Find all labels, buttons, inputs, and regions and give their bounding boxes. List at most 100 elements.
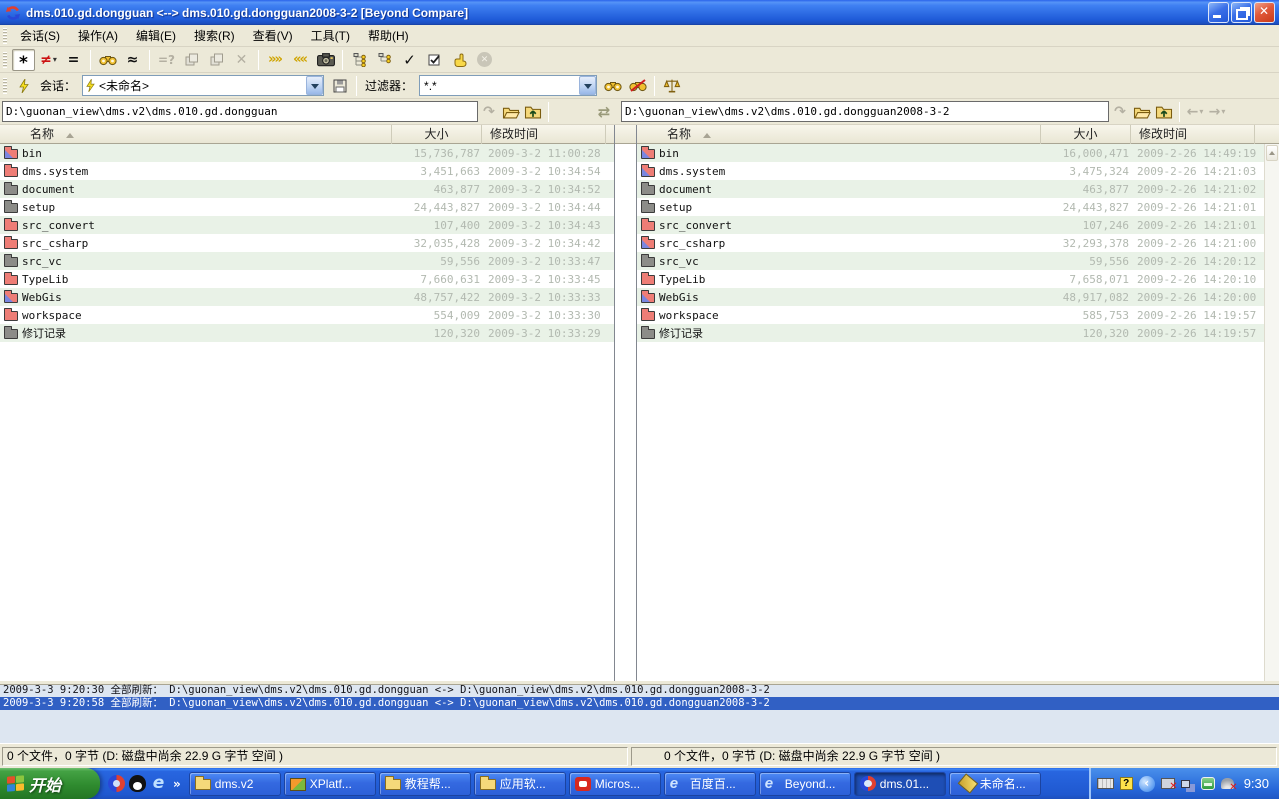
table-row[interactable]: TypeLib 7,660,631 2009-3-2 10:33:45 [0,270,614,288]
quicklaunch-ie-icon[interactable]: e [150,775,167,792]
forward-button[interactable]: → ▾ [1206,101,1228,123]
taskbar-button[interactable]: XPlatf... [283,771,376,796]
snapshot-button[interactable] [314,49,337,71]
menu-item[interactable]: 帮助(H) [359,25,418,46]
column-header-modified[interactable]: 修改时间 [482,125,606,144]
table-row[interactable]: src_convert 107,246 2009-2-26 14:21:01 [637,216,1279,234]
table-row[interactable]: src_convert 107,400 2009-3-2 10:34:43 [0,216,614,234]
select-files-button[interactable]: ✓ [398,49,421,71]
quicklaunch-overflow-chevron[interactable]: » [173,775,181,791]
keyboard-input-icon[interactable] [1096,778,1114,789]
restore-button[interactable] [1231,2,1252,23]
filter-combobox[interactable]: *.* [419,75,598,96]
column-header-size[interactable]: 大小 [1041,125,1131,144]
sync-to-right-button[interactable]: »» [264,49,287,71]
log-entry[interactable]: 2009-3-3 9:20:58 全部刷新： D:\guonan_view\dm… [0,697,1279,710]
back-button[interactable]: ← ▾ [1184,101,1206,123]
left-browse-folder-button[interactable] [500,101,522,123]
column-header-modified[interactable]: 修改时间 [1131,125,1255,144]
table-row[interactable]: bin 15,736,787 2009-3-2 11:00:28 [0,144,614,162]
right-parent-folder-button[interactable] [1153,101,1175,123]
column-header-name[interactable]: 名称 [22,125,392,144]
collapse-tray-chevron-icon[interactable]: ‹ [1138,775,1155,792]
network-connection-icon[interactable] [1180,779,1190,788]
show-differences-button[interactable]: ≠ ▾ [37,49,60,71]
menu-item[interactable]: 会话(S) [11,25,69,46]
scroll-up-button[interactable] [1266,145,1278,161]
table-row[interactable]: 修订记录 120,320 2009-3-2 10:33:29 [0,324,614,342]
left-path-input[interactable] [2,101,478,122]
table-row[interactable]: setup 24,443,827 2009-3-2 10:34:44 [0,198,614,216]
table-row[interactable]: WebGis 48,757,422 2009-3-2 10:33:33 [0,288,614,306]
right-path-input[interactable] [621,101,1109,122]
table-row[interactable]: src_vc 59,556 2009-2-26 14:20:12 [637,252,1279,270]
vertical-scrollbar[interactable] [1264,144,1279,681]
save-session-button[interactable] [328,75,351,97]
muted-device-icon[interactable] [1160,778,1178,792]
start-button[interactable]: 开始 [0,768,100,799]
expand-all-button[interactable] [348,49,371,71]
copy-to-left-button[interactable] [205,49,228,71]
taskbar-button[interactable]: Beyond... [758,771,851,796]
table-row[interactable]: bin 16,000,471 2009-2-26 14:49:19 [637,144,1279,162]
compare-criteria-button[interactable] [660,75,683,97]
wireless-off-icon[interactable] [1220,778,1238,793]
taskbar-button[interactable]: 应用软... [473,771,566,796]
menu-item[interactable]: 搜索(R) [185,25,244,46]
left-parent-folder-button[interactable] [522,101,544,123]
right-browse-folder-button[interactable] [1131,101,1153,123]
column-header-size[interactable]: 大小 [392,125,482,144]
quicklaunch-qq-icon[interactable] [129,775,146,792]
taskbar-button[interactable]: 百度百... [663,771,756,796]
sync-to-left-button[interactable]: «« [289,49,312,71]
toolbar-grip[interactable] [3,27,7,44]
filter-dropdown-button[interactable] [579,76,597,95]
taskbar-button[interactable]: 未命名... [948,771,1041,796]
menu-item[interactable]: 工具(T) [302,25,359,46]
help-icon[interactable]: ? [1119,777,1133,790]
show-same-button[interactable]: = [62,49,85,71]
app-tray-icon[interactable] [1200,777,1215,790]
menu-item[interactable]: 查看(V) [244,25,302,46]
swap-sides-button[interactable]: ⇄ [593,101,615,123]
toggle-checkbox-button[interactable] [423,49,446,71]
toolbar-grip[interactable] [3,77,7,94]
session-manager-button[interactable] [12,75,35,97]
hide-filtered-button[interactable] [626,75,649,97]
table-row[interactable]: workspace 585,753 2009-2-26 14:19:57 [637,306,1279,324]
table-row[interactable]: src_vc 59,556 2009-3-2 10:33:47 [0,252,614,270]
close-button[interactable] [1254,2,1275,23]
table-row[interactable]: TypeLib 7,658,071 2009-2-26 14:20:10 [637,270,1279,288]
right-refresh-button[interactable]: ↷ [1109,101,1131,123]
stop-button[interactable]: ✕ [473,49,496,71]
left-refresh-button[interactable]: ↷ [478,101,500,123]
column-header-name[interactable]: 名称 [659,125,1041,144]
table-row[interactable]: document 463,877 2009-2-26 14:21:02 [637,180,1279,198]
collapse-all-button[interactable] [373,49,396,71]
table-row[interactable]: 修订记录 120,320 2009-2-26 14:19:57 [637,324,1279,342]
menu-item[interactable]: 编辑(E) [127,25,185,46]
show-all-button[interactable]: * [12,48,35,72]
table-row[interactable]: src_csharp 32,293,378 2009-2-26 14:21:00 [637,234,1279,252]
toolbar-grip[interactable] [3,51,7,68]
rules-hand-button[interactable] [448,49,471,71]
taskbar-button[interactable]: dms.v2 [188,771,281,796]
table-row[interactable]: dms.system 3,475,324 2009-2-26 14:21:03 [637,162,1279,180]
rules-compare-button[interactable]: =? [155,49,178,71]
taskbar-button[interactable]: 教程帮... [378,771,471,796]
table-row[interactable]: document 463,877 2009-3-2 10:34:52 [0,180,614,198]
menu-item[interactable]: 操作(A) [69,25,127,46]
copy-to-right-button[interactable] [180,49,203,71]
table-row[interactable]: workspace 554,009 2009-3-2 10:33:30 [0,306,614,324]
delete-button[interactable]: ✕ [230,49,253,71]
session-dropdown-button[interactable] [306,76,324,95]
compare-contents-button[interactable] [96,49,119,71]
taskbar-button[interactable]: Micros... [568,771,661,796]
taskbar-button[interactable]: dms.01... [853,771,946,796]
table-row[interactable]: src_csharp 32,035,428 2009-3-2 10:34:42 [0,234,614,252]
minimize-button[interactable] [1208,2,1229,23]
quicklaunch-app-icon[interactable] [108,775,125,792]
session-combobox[interactable]: <未命名> [82,75,325,96]
table-row[interactable]: dms.system 3,451,663 2009-3-2 10:34:54 [0,162,614,180]
table-row[interactable]: setup 24,443,827 2009-2-26 14:21:01 [637,198,1279,216]
